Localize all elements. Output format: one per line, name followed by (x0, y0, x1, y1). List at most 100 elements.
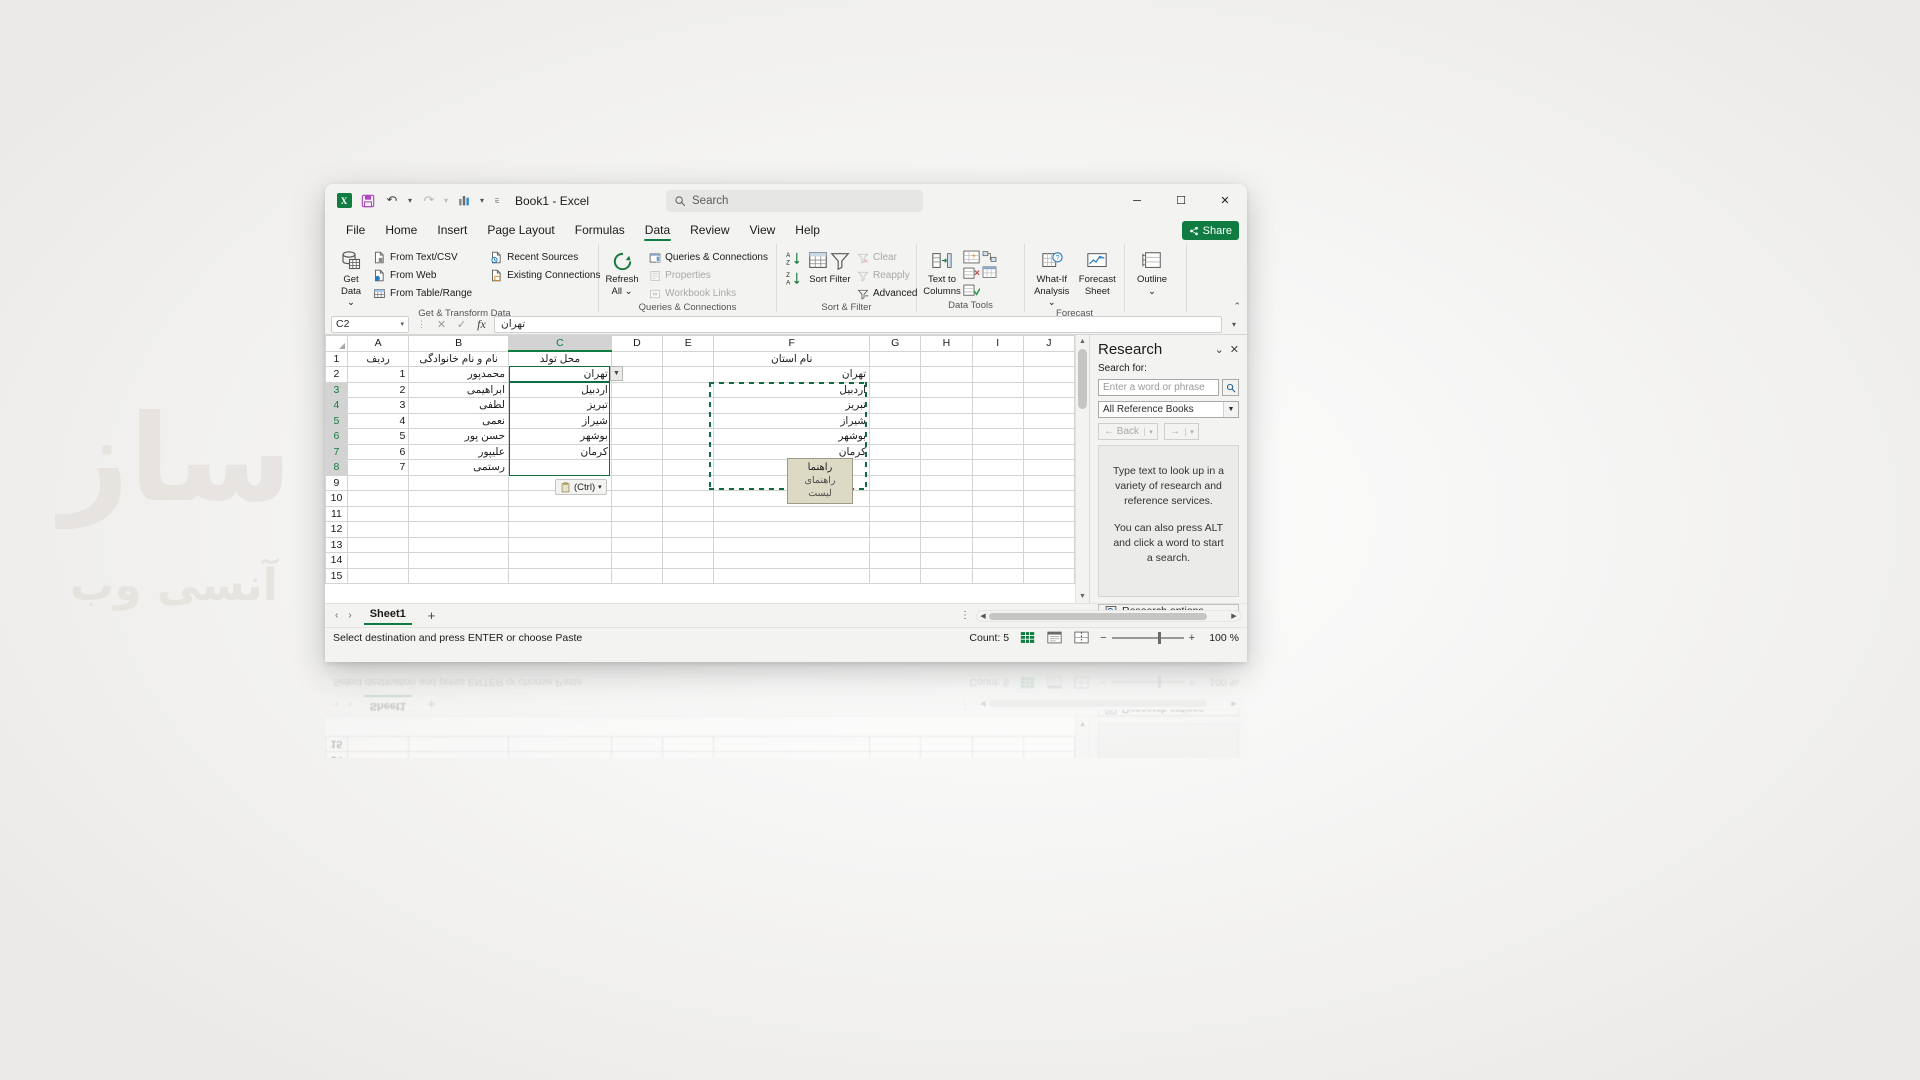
vertical-scroll-thumb[interactable] (1078, 349, 1087, 409)
flash-fill-icon[interactable] (963, 250, 980, 264)
cell-h14[interactable] (920, 752, 973, 758)
scroll-left-arrow-icon[interactable]: ◀ (977, 699, 989, 710)
sort-ascending-button[interactable]: AZ (785, 249, 805, 267)
cell-b9[interactable] (408, 474, 509, 491)
cell-d4[interactable] (610, 397, 664, 414)
cell-d10[interactable] (610, 490, 664, 507)
tab-formulas[interactable]: Formulas (566, 221, 634, 242)
scroll-down-arrow-icon[interactable]: ▼ (1076, 717, 1089, 730)
cell-g8[interactable] (869, 459, 922, 476)
cell-e11[interactable] (662, 505, 715, 522)
qat-more-icon[interactable]: ⩳ (489, 196, 505, 206)
zoom-in-button[interactable]: + (1189, 632, 1195, 644)
cell-i15[interactable] (972, 736, 1024, 752)
chart-icon[interactable] (453, 190, 475, 212)
zoom-out-button[interactable]: − (1100, 677, 1106, 689)
cell-a13[interactable] (346, 536, 410, 553)
cell-f15[interactable] (713, 567, 871, 584)
cell-e8[interactable] (662, 459, 715, 476)
cell-g10[interactable] (869, 490, 922, 507)
cell-d8[interactable] (610, 459, 664, 476)
cell-e1[interactable] (662, 350, 715, 367)
cell-e7[interactable] (662, 443, 715, 460)
cell-j14[interactable] (1023, 752, 1075, 758)
sheet-next-icon[interactable]: › (348, 699, 351, 710)
cell-j1[interactable] (1022, 350, 1075, 367)
cell-h8[interactable] (920, 459, 973, 476)
cell-d14[interactable] (610, 552, 664, 569)
cell-f11[interactable] (713, 505, 871, 522)
page-layout-icon[interactable] (1046, 630, 1063, 645)
cell-f1[interactable]: نام استان (713, 350, 871, 367)
zoom-in-button[interactable]: + (1189, 677, 1195, 689)
cell-g7[interactable] (869, 443, 922, 460)
cell-g9[interactable] (869, 474, 922, 491)
cell-a15[interactable] (347, 736, 409, 752)
cell-g11[interactable] (869, 505, 922, 522)
cell-h15[interactable] (920, 567, 973, 584)
cell-a11[interactable] (346, 505, 410, 522)
cell-g4[interactable] (869, 397, 922, 414)
cell-d3[interactable] (610, 381, 664, 398)
chevron-down-icon[interactable]: ▼ (1223, 402, 1238, 417)
tab-view[interactable]: View (741, 221, 785, 242)
row-header-5[interactable]: 5 (325, 412, 348, 429)
advanced-filter-button[interactable]: Advanced (853, 285, 921, 302)
cell-c7[interactable]: کرمان (507, 443, 612, 460)
column-header-e[interactable]: E (662, 335, 715, 352)
cell-f2[interactable]: تهران (713, 366, 871, 383)
zoom-knob[interactable] (1157, 631, 1161, 644)
cell-c3[interactable]: اردبیل (507, 381, 612, 398)
cell-f12[interactable] (713, 521, 871, 538)
tab-home[interactable]: Home (376, 221, 426, 242)
close-button[interactable]: ✕ (1203, 184, 1247, 217)
cell-d13[interactable] (610, 536, 664, 553)
cell-g15[interactable] (869, 567, 922, 584)
cell-i8[interactable] (971, 459, 1024, 476)
paste-options-button[interactable]: (Ctrl) ▾ (555, 479, 607, 495)
normal-view-icon[interactable] (1019, 675, 1036, 690)
cell-a6[interactable]: 5 (346, 428, 410, 445)
scroll-up-arrow-icon[interactable]: ▲ (1076, 335, 1089, 348)
cell-i14[interactable] (971, 552, 1024, 569)
existing-connections-button[interactable]: Existing Connections (486, 267, 604, 284)
tab-insert[interactable]: Insert (428, 221, 476, 242)
cell-c14[interactable] (508, 752, 612, 758)
cell-j7[interactable] (1022, 443, 1075, 460)
cell-c12[interactable] (507, 521, 612, 538)
cell-c15[interactable] (508, 736, 612, 752)
cell-f3[interactable]: اردبیل (713, 381, 871, 398)
cell-g14[interactable] (869, 552, 922, 569)
cell-f5[interactable]: شیراز (713, 412, 871, 429)
normal-view-icon[interactable] (1019, 630, 1036, 645)
cell-e6[interactable] (662, 428, 715, 445)
from-table-range-button[interactable]: From Table/Range (369, 285, 476, 302)
share-button[interactable]: Share (1181, 221, 1239, 240)
cell-b10[interactable] (408, 490, 509, 507)
select-all-corner[interactable] (325, 335, 348, 352)
page-break-icon[interactable] (1073, 630, 1090, 645)
cell-h15[interactable] (920, 736, 973, 752)
cell-a1[interactable]: ردیف (346, 350, 410, 367)
research-pane-close-icon[interactable]: ✕ (1230, 343, 1239, 356)
save-icon[interactable] (357, 190, 379, 212)
cell-e10[interactable] (662, 490, 715, 507)
cell-b15[interactable] (408, 567, 509, 584)
column-header-a[interactable]: A (346, 335, 410, 352)
cell-g5[interactable] (869, 412, 922, 429)
cell-a7[interactable]: 6 (346, 443, 410, 460)
cell-d9[interactable] (610, 474, 664, 491)
cell-b14[interactable] (408, 752, 509, 758)
cell-i6[interactable] (971, 428, 1024, 445)
cell-j15[interactable] (1023, 736, 1075, 752)
cell-i2[interactable] (971, 366, 1024, 383)
expand-formula-bar-icon[interactable]: ▾ (1227, 320, 1241, 329)
cell-h5[interactable] (920, 412, 973, 429)
from-web-button[interactable]: From Web (369, 267, 476, 284)
cell-c4[interactable]: تبریز (507, 397, 612, 414)
scroll-right-arrow-icon[interactable]: ▶ (1228, 611, 1240, 622)
cell-f6[interactable]: بوشهر (713, 428, 871, 445)
cell-e2[interactable] (662, 366, 715, 383)
row-header-7[interactable]: 7 (325, 443, 348, 460)
scroll-left-arrow-icon[interactable]: ◀ (977, 611, 989, 622)
